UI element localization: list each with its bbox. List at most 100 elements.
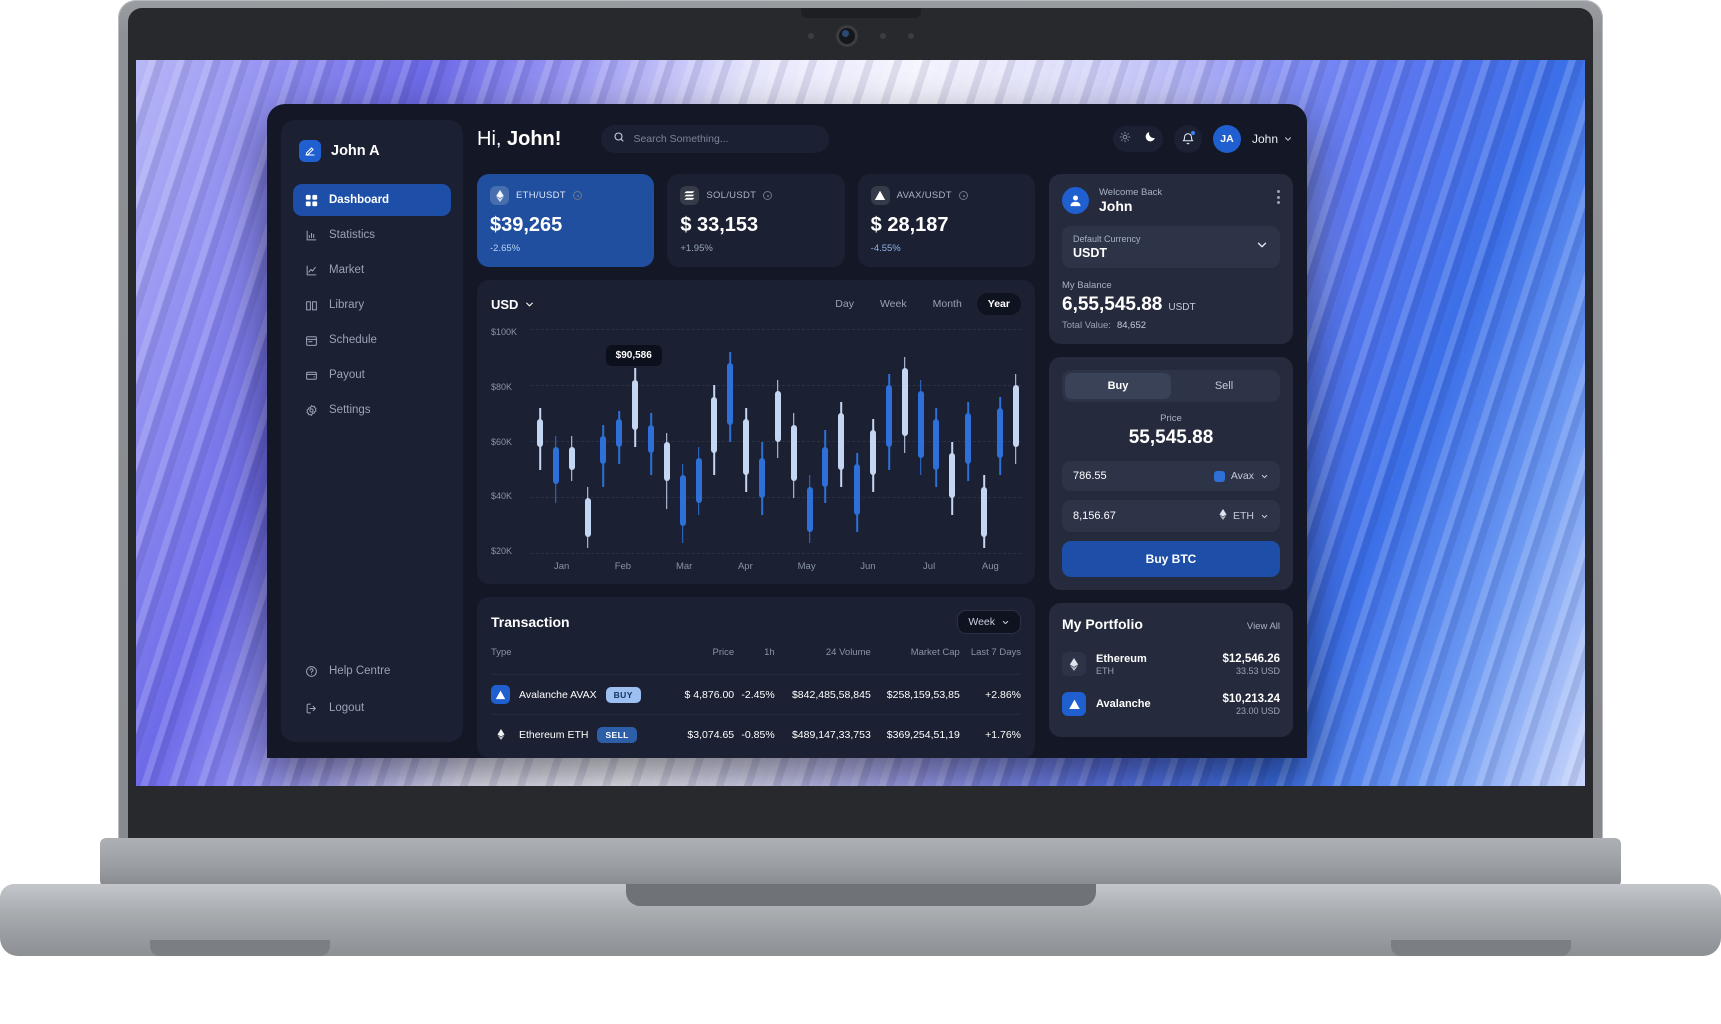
- candle-body: [901, 368, 908, 436]
- avatar[interactable]: JA: [1212, 125, 1241, 153]
- avax-swatch-icon: [1213, 470, 1225, 482]
- ethereum-icon: [1062, 652, 1086, 676]
- ticker-card-avax[interactable]: AVAX/USDT $ 28,187 -4.55%: [857, 174, 1035, 267]
- token-select-eth[interactable]: ETH: [1219, 509, 1269, 523]
- notifications-button[interactable]: [1173, 125, 1202, 153]
- candle-body: [584, 497, 591, 538]
- trackpad-notch: [625, 884, 1096, 906]
- sidebar-item-library[interactable]: Library: [293, 289, 451, 321]
- info-icon[interactable]: [958, 191, 968, 200]
- col-24-volume: 24 Volume: [825, 647, 871, 658]
- cell-market-cap: $369,254,51,19: [870, 714, 960, 754]
- transaction-table: Type Price 1h 24 Volume Market Cap Last …: [491, 647, 1021, 754]
- ticker-cards: ETH/USDT $39,265 -2.65% SOL/USDT $ 33,15…: [477, 174, 1035, 267]
- range-tab-day[interactable]: Day: [824, 293, 865, 315]
- sensor-dot-left: [807, 33, 814, 39]
- sidebar-item-help-centre[interactable]: Help Centre: [293, 655, 451, 687]
- token-select-avax[interactable]: Avax: [1213, 470, 1269, 482]
- table-row[interactable]: Ethereum ETH SELL $3,074.65 -0.85% $489,…: [491, 714, 1021, 754]
- candle-body: [822, 447, 829, 487]
- col-market-cap: Market Cap: [910, 647, 960, 658]
- ticker-pair: AVAX/USDT: [896, 190, 952, 201]
- transaction-period-filter[interactable]: Week: [957, 610, 1021, 634]
- chart-header: USD Day Week Month Year: [491, 293, 1021, 315]
- range-tab-week[interactable]: Week: [869, 293, 918, 315]
- table-row[interactable]: Avalanche AVAX BUY $ 4,876.00 -2.45% $84…: [491, 674, 1021, 715]
- amount-input-avax[interactable]: 786.55 Avax: [1062, 461, 1280, 491]
- keyboard-deck: [100, 838, 1621, 890]
- candle: [663, 329, 670, 554]
- col-last-7-days: Last 7 Days: [970, 647, 1021, 658]
- token-label: Avax: [1230, 470, 1254, 482]
- amount-input-eth[interactable]: 8,156.67 ETH: [1062, 500, 1280, 532]
- brand-name: John A: [331, 143, 380, 159]
- list-item[interactable]: Ethereum ETH $12,546.26 33.53 USD: [1062, 644, 1280, 684]
- sidebar-nav: Dashboard Statistics Market Library Sche…: [293, 184, 451, 426]
- candle: [901, 329, 908, 554]
- ticker-card-sol[interactable]: SOL/USDT $ 33,153 +1.95%: [667, 174, 845, 267]
- ticker-card-eth[interactable]: ETH/USDT $39,265 -2.65%: [477, 174, 655, 267]
- user-menu[interactable]: John: [1252, 132, 1293, 146]
- currency-value: USD: [491, 296, 519, 312]
- tab-buy[interactable]: Buy: [1065, 373, 1171, 399]
- info-icon[interactable]: [763, 191, 773, 200]
- sidebar-item-settings[interactable]: Settings: [293, 394, 451, 426]
- candle: [743, 329, 750, 554]
- notification-badge: [1190, 131, 1195, 135]
- default-currency-select[interactable]: Default Currency USDT: [1062, 226, 1280, 268]
- gear-icon: [304, 403, 318, 417]
- asset-name: Avalanche AVAX: [519, 688, 597, 701]
- calendar-icon: [304, 333, 318, 347]
- candle: [870, 329, 877, 554]
- candle-body: [568, 447, 575, 470]
- brand[interactable]: John A: [293, 134, 451, 162]
- candle-body: [933, 419, 940, 470]
- chart-card: USD Day Week Month Year $100K $80K $60K …: [477, 280, 1035, 584]
- sidebar-item-market[interactable]: Market: [293, 254, 451, 286]
- range-tab-month[interactable]: Month: [922, 293, 973, 315]
- candle-body: [663, 441, 670, 481]
- sidebar-item-payout[interactable]: Payout: [293, 359, 451, 391]
- info-icon[interactable]: [572, 191, 582, 200]
- candle-body: [648, 424, 655, 453]
- buy-btc-button[interactable]: Buy BTC: [1062, 541, 1280, 577]
- ethereum-icon: [491, 725, 510, 744]
- candle: [838, 329, 845, 554]
- theme-toggle[interactable]: [1112, 126, 1163, 152]
- tab-sell[interactable]: Sell: [1171, 373, 1277, 399]
- candle-body: [774, 390, 781, 442]
- chart-plot-wrap: $100K $80K $60K $40K $20K $90,586 Jan Fe…: [491, 325, 1021, 576]
- candle-body: [917, 390, 924, 459]
- buy-sell-tabs: Buy Sell: [1062, 370, 1280, 402]
- ticker-change: +1.95%: [680, 243, 713, 254]
- ticker-price: $ 33,153: [680, 214, 759, 236]
- moon-icon: [1144, 130, 1157, 148]
- sidebar-item-schedule[interactable]: Schedule: [293, 324, 451, 356]
- user-avatar-icon: [1062, 187, 1089, 214]
- list-item[interactable]: Avalanche $10,213.24 23.00 USD: [1062, 684, 1280, 724]
- wallet-icon: [304, 368, 318, 382]
- laptop-base: [0, 836, 1721, 956]
- candle-body: [854, 464, 861, 515]
- cell-last-7-days: +2.86%: [959, 674, 1021, 715]
- candle: [695, 329, 702, 554]
- help-circle-icon: [304, 664, 318, 678]
- currency-select[interactable]: USD: [491, 297, 535, 312]
- more-options-icon[interactable]: [1277, 187, 1280, 204]
- range-tab-year[interactable]: Year: [976, 293, 1021, 315]
- search-input[interactable]: [633, 133, 818, 145]
- sidebar-item-statistics[interactable]: Statistics: [293, 219, 451, 251]
- chevron-down-icon: [1255, 238, 1269, 257]
- sidebar-item-logout[interactable]: Logout: [293, 692, 451, 724]
- sidebar-item-dashboard[interactable]: Dashboard: [293, 184, 451, 216]
- candle-body: [1012, 385, 1019, 448]
- search-box[interactable]: [601, 125, 830, 153]
- portfolio-view-all-link[interactable]: View All: [1247, 621, 1280, 632]
- camera-notch: [800, 8, 921, 18]
- page-title: Hi, John!: [477, 127, 562, 150]
- cell-last-7-days: +1.76%: [959, 714, 1021, 754]
- candle-body: [838, 413, 845, 470]
- x-tick-label: Feb: [614, 560, 632, 572]
- y-tick: $80K: [491, 381, 513, 392]
- trend-line-icon: [304, 263, 318, 277]
